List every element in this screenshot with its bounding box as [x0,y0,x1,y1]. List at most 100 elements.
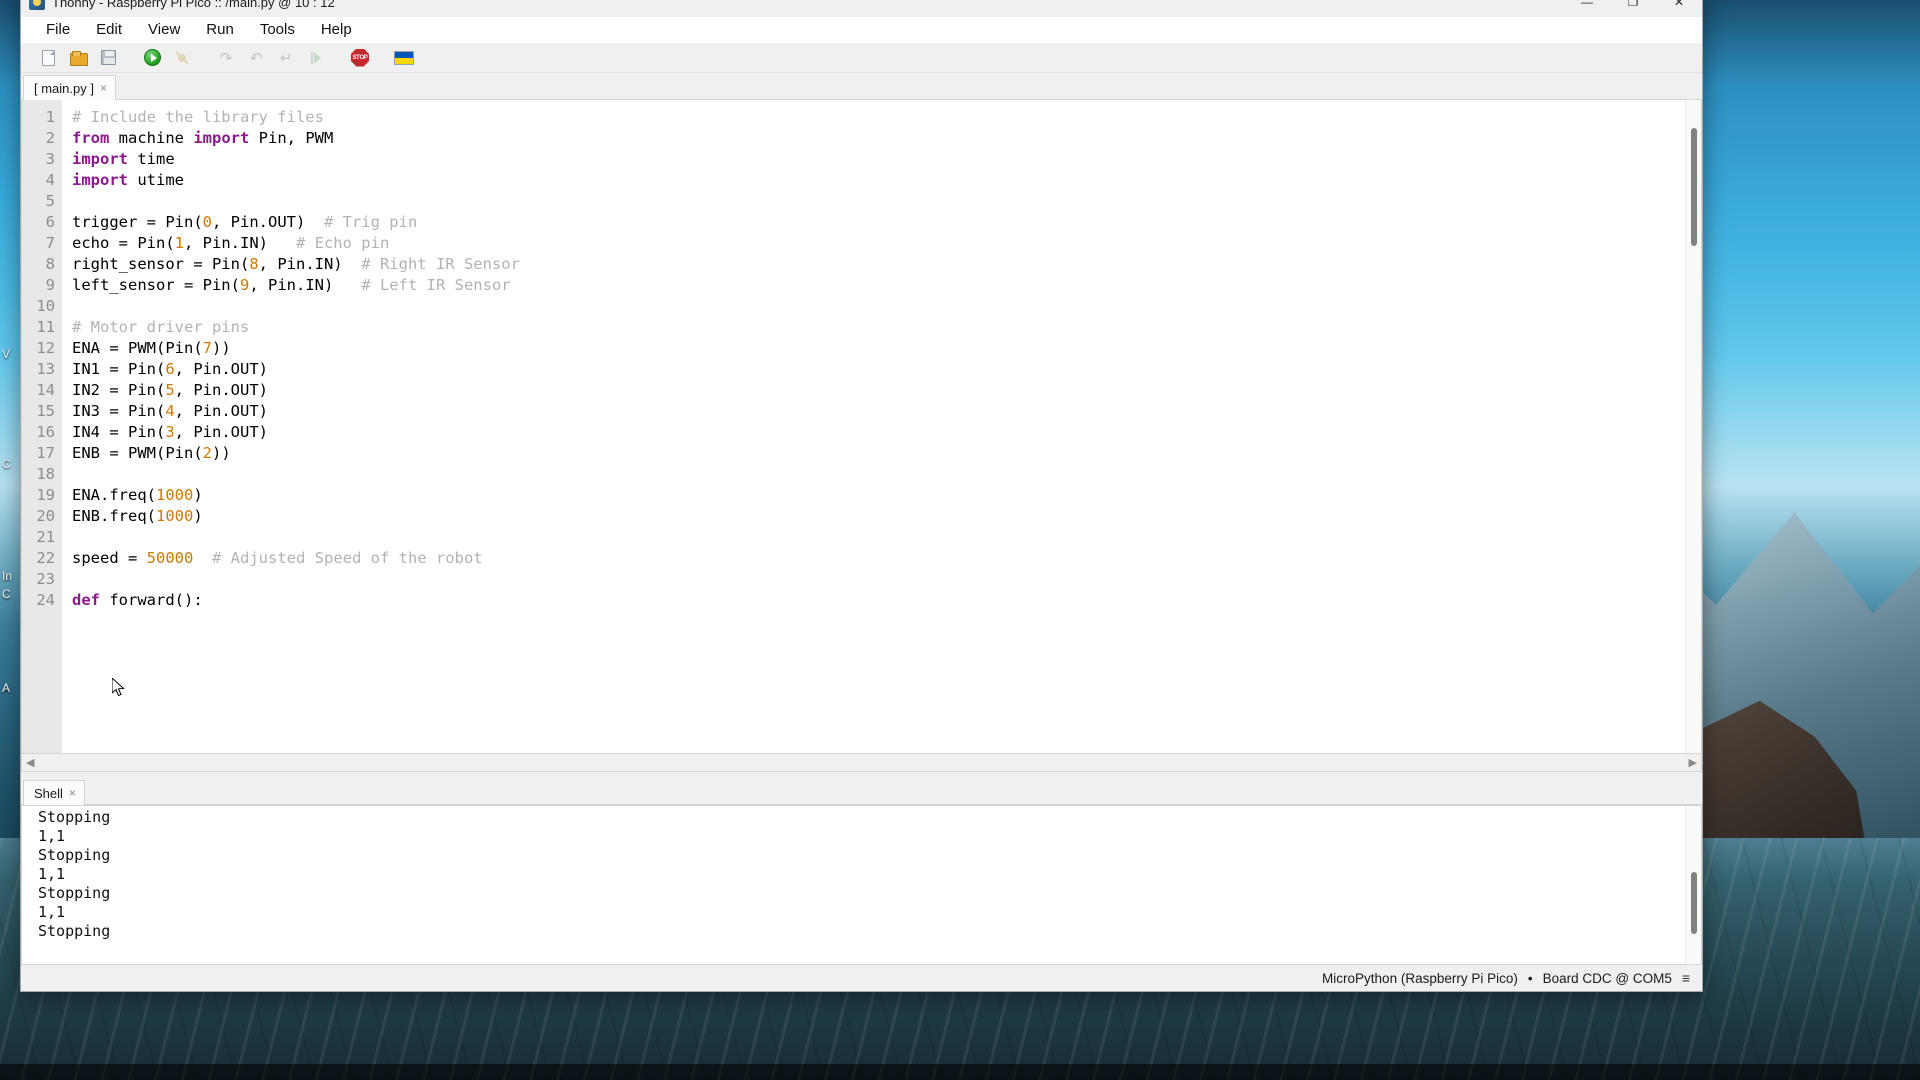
code-token: def [72,591,100,609]
code-line: speed = 50000 # Adjusted Speed of the ro… [72,548,1701,569]
code-token: trigger = Pin( [72,213,203,231]
line-number: 5 [45,192,55,210]
code-token: import [72,171,128,189]
editor-body[interactable]: 1 2 3 4 5 6 7 8 9 10 11 12 13 14 15 16 17 18 19 20 21 22 23 24 … [21,100,1702,754]
code-token: 7 [202,339,212,357]
open-file-button[interactable] [65,46,91,70]
code-token: # Left IR Sensor [361,276,511,294]
code-token: # Trig pin [323,213,418,231]
line-number: 9 [45,276,55,294]
scroll-left-icon[interactable]: ◀ [26,756,34,769]
run-script-button[interactable] [139,46,165,70]
shell-vertical-scrollbar[interactable] [1685,806,1701,964]
step-over-button[interactable]: ↷ [213,46,239,70]
shell-line: Stopping [38,808,111,826]
code-line: ENA = PWM(Pin(7)) [72,338,1701,359]
line-number: 4 [45,171,55,189]
code-token: import [72,150,128,168]
shell-line: 1,1 [38,827,66,845]
code-token: from [72,129,110,147]
line-number: 22 [36,549,55,567]
debug-script-button[interactable] [169,46,195,70]
code-token: utime [128,171,184,189]
taskbar-strip [0,1064,1920,1080]
menu-item-edit[interactable]: Edit [83,18,135,42]
menu-item-help[interactable]: Help [308,18,365,42]
code-line: # Motor driver pins [72,317,1701,338]
close-button[interactable]: ✕ [1656,0,1702,17]
scrollbar-thumb[interactable] [1691,872,1697,934]
interpreter-label[interactable]: MicroPython (Raspberry Pi Pico) [1322,971,1518,986]
step-over-icon: ↷ [219,49,233,67]
thonny-app-icon [29,0,45,10]
scroll-right-icon[interactable]: ▶ [1689,756,1697,769]
new-file-button[interactable] [35,46,61,70]
code-text-area[interactable]: # Include the library files from machine … [62,100,1701,753]
step-out-button[interactable]: ↵ [273,46,299,70]
step-out-icon: ↵ [279,49,293,67]
code-token: ENB = PWM(Pin( [72,444,203,462]
line-number: 19 [36,486,55,504]
code-token: echo = Pin( [72,234,175,252]
shell-tabstrip: Shell × [21,778,1702,805]
shell-line: Stopping [38,922,111,940]
code-token: , Pin.IN) [258,255,362,273]
run-icon [143,49,161,66]
support-ukraine-button[interactable] [391,46,417,70]
thonny-window: Thonny - Raspberry Pi Pico :: /main.py @… [20,0,1703,992]
window-controls: — ❐ ✕ [1564,0,1702,17]
line-number: 8 [45,255,55,273]
line-number: 20 [36,507,55,525]
code-token: ) [193,486,203,504]
menu-item-tools[interactable]: Tools [247,18,308,42]
connection-label[interactable]: Board CDC @ COM5 [1543,971,1672,986]
code-line: echo = Pin(1, Pin.IN) # Echo pin [72,233,1701,254]
code-token: 1000 [156,486,194,504]
hamburger-menu-icon[interactable]: ≡ [1682,970,1690,986]
maximize-button[interactable]: ❐ [1610,0,1656,17]
close-icon[interactable]: × [100,81,107,95]
stop-icon: STOP [351,48,369,67]
menu-item-file[interactable]: File [33,18,83,42]
line-number: 24 [36,591,55,609]
code-line: import time [72,149,1701,170]
shell-line: Stopping [38,846,111,864]
code-token: right_sensor = Pin( [72,255,250,273]
scrollbar-thumb[interactable] [1691,128,1697,246]
line-number: 23 [36,570,55,588]
menu-item-run[interactable]: Run [193,18,247,42]
open-folder-icon [69,50,88,66]
editor-horizontal-scrollbar[interactable]: ◀ ▶ [21,754,1702,772]
step-into-button[interactable]: ↶ [243,46,269,70]
code-token: import [193,129,250,147]
code-token: IN1 = Pin( [72,360,166,378]
code-token: 9 [239,276,250,294]
code-token: , Pin.IN) [249,276,362,294]
shell-line: Stopping [38,884,111,902]
shell-tab[interactable]: Shell × [23,780,85,805]
editor-vertical-scrollbar[interactable] [1685,100,1701,753]
line-number: 12 [36,339,55,357]
line-number: 10 [36,297,55,315]
stop-button[interactable]: STOP [347,46,373,70]
close-icon[interactable]: × [69,786,76,800]
code-token: 1 [174,234,184,252]
code-token: left_sensor = Pin( [72,276,240,294]
resume-button[interactable] [303,46,329,70]
code-token: , Pin.OUT) [174,402,268,420]
shell-pane: Shell × Stopping 1,1 Stopping 1,1 Stopping 1,… [21,772,1702,965]
editor-tab-label: [ main.py ] [34,80,94,96]
code-line: IN4 = Pin(3, Pin.OUT) [72,422,1701,443]
window-titlebar[interactable]: Thonny - Raspberry Pi Pico :: /main.py @… [21,0,1702,17]
code-token: , Pin.OUT) [174,360,268,378]
code-token: 3 [165,423,175,441]
menu-item-view[interactable]: View [135,18,193,42]
code-token: )) [212,339,231,357]
shell-output[interactable]: Stopping 1,1 Stopping 1,1 Stopping 1,1 Stoppin… [21,805,1702,965]
minimize-button[interactable]: — [1564,0,1610,17]
code-token: 2 [202,444,212,462]
code-token: # Motor driver pins [72,318,250,336]
shell-output-lines: Stopping 1,1 Stopping 1,1 Stopping 1,1 Stoppin… [38,808,1701,941]
editor-tab-main-py[interactable]: [ main.py ] × [23,75,116,100]
save-file-button[interactable] [95,46,121,70]
